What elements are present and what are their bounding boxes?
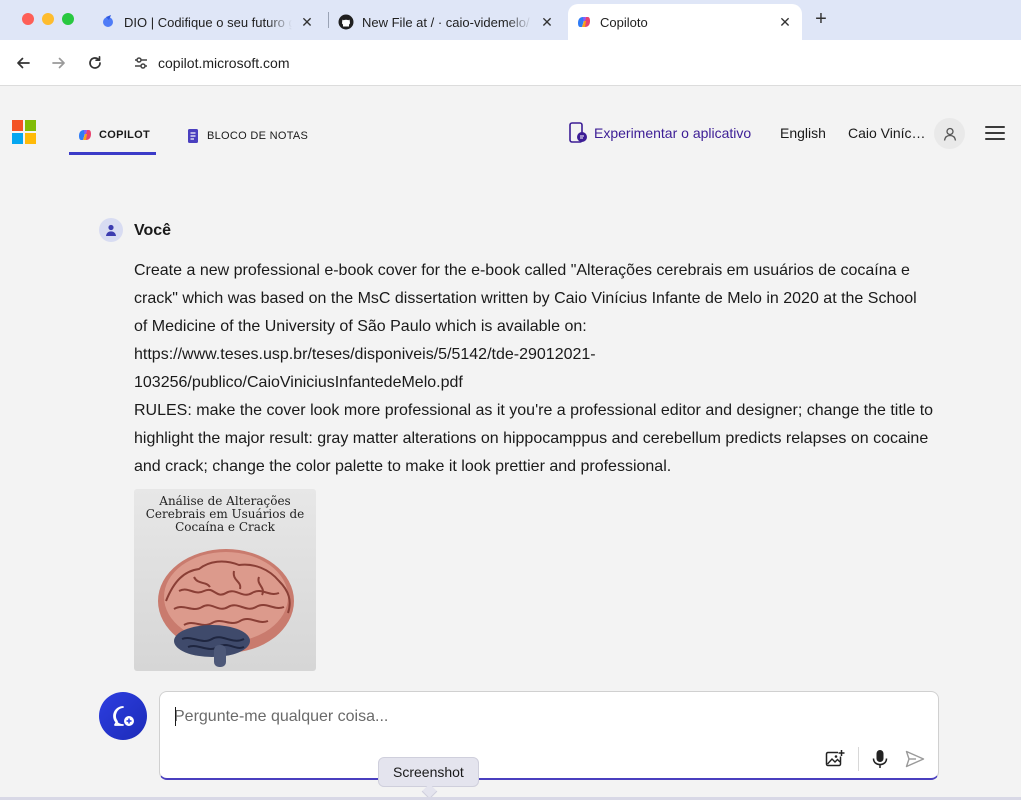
message-text: Create a new professional e-book cover f… xyxy=(134,257,934,481)
back-button[interactable] xyxy=(11,51,35,75)
text-caret xyxy=(175,707,176,726)
cover-title: Análise de Alterações Cerebrais em Usuár… xyxy=(138,495,312,534)
nav-tab-notebook[interactable]: BLOCO DE NOTAS xyxy=(186,117,308,155)
composer-divider xyxy=(858,747,859,771)
url-text: copilot.microsoft.com xyxy=(158,55,290,71)
try-app-link[interactable]: Experimentar o aplicativo xyxy=(568,120,751,146)
copilot-icon xyxy=(578,17,590,27)
message-link: https://www.teses.usp.br/teses/disponive… xyxy=(134,346,596,391)
microsoft-logo[interactable] xyxy=(12,120,36,144)
user-name[interactable]: Caio Viníc… xyxy=(848,125,926,141)
window-maximize-button[interactable] xyxy=(62,13,74,25)
message-paragraph: Create a new professional e-book cover f… xyxy=(134,262,917,335)
close-tab-icon[interactable]: ✕ xyxy=(776,14,794,31)
reload-icon xyxy=(89,55,101,69)
nav-notebook-label: BLOCO DE NOTAS xyxy=(207,130,309,142)
arrow-right-icon xyxy=(52,57,65,69)
site-settings-icon[interactable] xyxy=(132,54,150,72)
copilot-icon xyxy=(79,129,91,140)
cover-title-line: Cocaína e Crack xyxy=(175,520,275,534)
tab-title: Copiloto xyxy=(600,14,648,30)
screenshot-tooltip: Screenshot xyxy=(378,757,479,787)
mobile-app-icon xyxy=(569,122,587,143)
copilot-page: COPILOT BLOCO DE NOTAS Experimentar o ap… xyxy=(0,87,1021,800)
notebook-icon xyxy=(188,129,198,143)
user-icon xyxy=(943,127,956,141)
user-avatar[interactable] xyxy=(934,118,965,149)
generated-ebook-cover-image[interactable]: Análise de Alterações Cerebrais em Usuár… xyxy=(134,489,316,671)
user-icon xyxy=(106,224,116,236)
add-image-icon[interactable] xyxy=(824,748,846,770)
browser-tab-github[interactable]: New File at / · caio-videmelo/ ✕ xyxy=(332,4,564,40)
address-bar[interactable]: copilot.microsoft.com xyxy=(122,47,1017,79)
new-chat-icon xyxy=(113,706,134,726)
send-icon[interactable] xyxy=(904,748,926,770)
tab-title: New File at / · caio-videmelo/ xyxy=(362,14,530,30)
dio-icon xyxy=(103,15,113,27)
try-app-label: Experimentar o aplicativo xyxy=(594,125,752,141)
close-tab-icon[interactable]: ✕ xyxy=(538,14,556,31)
composer xyxy=(159,691,939,780)
browser-tab-copilot[interactable]: Copiloto ✕ xyxy=(568,4,802,40)
tab-separator xyxy=(328,12,329,28)
window-close-button[interactable] xyxy=(22,13,34,25)
image-add-icon xyxy=(825,749,845,767)
tab-title: DIO | Codifique o seu futuro g xyxy=(124,14,292,30)
github-icon xyxy=(338,14,354,30)
mic-icon xyxy=(872,750,888,768)
message-paragraph: RULES: make the cover look more professi… xyxy=(134,402,934,475)
browser-toolbar: copilot.microsoft.com xyxy=(0,40,1021,86)
message-author: Você xyxy=(134,222,172,239)
forward-button[interactable] xyxy=(47,51,71,75)
nav-copilot-label: COPILOT xyxy=(99,128,150,141)
nav-tab-copilot[interactable]: COPILOT xyxy=(69,117,156,155)
window-minimize-button[interactable] xyxy=(42,13,54,25)
microphone-icon[interactable] xyxy=(869,748,891,770)
message-user-avatar xyxy=(99,218,123,242)
new-topic-button[interactable] xyxy=(99,692,147,740)
reload-button[interactable] xyxy=(83,51,107,75)
send-arrow-icon xyxy=(905,750,925,768)
browser-tab-dio[interactable]: DIO | Codifique o seu futuro g ✕ xyxy=(92,4,324,40)
browser-tab-bar: DIO | Codifique o seu futuro g ✕ New Fil… xyxy=(0,0,1021,40)
new-tab-button[interactable]: + xyxy=(810,8,832,30)
language-selector[interactable]: English xyxy=(780,125,826,141)
chat-input[interactable] xyxy=(174,706,914,728)
arrow-left-icon xyxy=(17,57,30,69)
close-tab-icon[interactable]: ✕ xyxy=(298,14,316,31)
hamburger-menu-icon[interactable] xyxy=(985,124,1007,142)
brain-illustration xyxy=(158,549,294,667)
